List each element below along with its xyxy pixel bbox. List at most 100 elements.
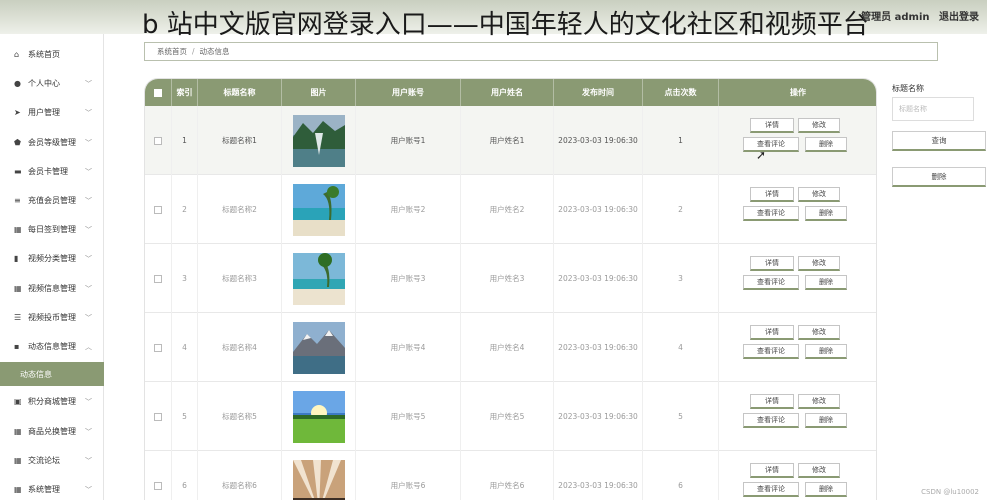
search-input[interactable]: 标题名称 bbox=[892, 97, 974, 121]
cell-account: 用户账号5 bbox=[356, 382, 461, 451]
delete-button[interactable]: 删除 bbox=[805, 275, 847, 290]
cell-name: 用户姓名5 bbox=[461, 382, 554, 451]
thumbnail-cell bbox=[282, 244, 356, 313]
thumbnail-cell bbox=[282, 451, 356, 500]
checkbox-icon bbox=[154, 481, 162, 490]
view-comments-button[interactable]: 查看评论 bbox=[743, 137, 799, 152]
detail-button[interactable]: 详情 bbox=[750, 463, 794, 478]
checkbox-icon bbox=[154, 412, 162, 421]
breadcrumb-home[interactable]: 系统首页 bbox=[157, 46, 187, 57]
view-comments-button[interactable]: 查看评论 bbox=[743, 206, 799, 221]
cell-account: 用户账号6 bbox=[356, 451, 461, 500]
thumbnail-image bbox=[292, 321, 345, 374]
sidebar-subitem-active[interactable]: 动态信息 bbox=[0, 362, 104, 386]
checkbox-icon bbox=[154, 88, 162, 97]
delete-button[interactable]: 删除 bbox=[805, 344, 847, 359]
sidebar-item[interactable]: ⌂ 系统首页 bbox=[0, 40, 104, 69]
detail-button[interactable]: 详情 bbox=[750, 187, 794, 202]
cell-name: 用户姓名6 bbox=[461, 451, 554, 500]
grid-icon: ▦ bbox=[14, 456, 22, 465]
sidebar-item[interactable]: ● 个人中心 ﹀ bbox=[0, 69, 104, 98]
breadcrumb-current: 动态信息 bbox=[199, 47, 230, 56]
view-comments-button[interactable]: 查看评论 bbox=[743, 413, 799, 428]
sidebar-item[interactable]: ▮ 视频分类管理 ﹀ bbox=[0, 244, 104, 273]
table-row: 4 标题名称4 用户账号4 用户姓名4 2023-03-03 19:06:30 4 详情 修改… bbox=[145, 313, 876, 382]
grid-icon: ▦ bbox=[14, 485, 22, 494]
actions-cell: 详情 修改查看评论 删除 bbox=[719, 175, 876, 244]
batch-delete-button[interactable]: 删除 bbox=[892, 167, 986, 187]
detail-button[interactable]: 详情 bbox=[750, 325, 794, 340]
chevron-down-icon: ﹀ bbox=[85, 313, 92, 322]
detail-button[interactable]: 详情 bbox=[750, 394, 794, 409]
sidebar-item[interactable]: ▣ 积分商城管理 ﹀ bbox=[0, 387, 104, 416]
sidebar-item[interactable]: ⬟ 会员等级管理 ﹀ bbox=[0, 128, 104, 157]
grid-icon: ▦ bbox=[14, 225, 22, 234]
checkbox-icon bbox=[154, 343, 162, 352]
cell-index: 1 bbox=[172, 106, 198, 175]
detail-button[interactable]: 详情 bbox=[750, 256, 794, 271]
chevron-down-icon: ﹀ bbox=[85, 397, 92, 406]
cell-title: 标题名称6 bbox=[198, 451, 282, 500]
edit-button[interactable]: 修改 bbox=[798, 325, 840, 340]
watermark: CSDN @lu10002 bbox=[921, 488, 979, 496]
edit-button[interactable]: 修改 bbox=[798, 463, 840, 478]
sidebar-item[interactable]: ▪ 动态信息管理 ︿ bbox=[0, 332, 104, 361]
delete-button[interactable]: 删除 bbox=[805, 206, 847, 221]
sidebar-item-label: 个人中心 bbox=[28, 79, 60, 88]
view-comments-button[interactable]: 查看评论 bbox=[743, 482, 799, 497]
edit-button[interactable]: 修改 bbox=[798, 394, 840, 409]
grid-icon: ▦ bbox=[14, 427, 22, 436]
cell-clicks: 5 bbox=[643, 382, 719, 451]
sidebar-item[interactable]: ▬ 会员卡管理 ﹀ bbox=[0, 157, 104, 186]
thumbnail-image bbox=[292, 459, 345, 500]
delete-button[interactable]: 删除 bbox=[805, 482, 847, 497]
sidebar-item[interactable]: ▦ 视频信息管理 ﹀ bbox=[0, 274, 104, 303]
sidebar-item-label: 积分商城管理 bbox=[28, 397, 76, 406]
delete-button[interactable]: 删除 bbox=[805, 413, 847, 428]
search-button[interactable]: 查询 bbox=[892, 131, 986, 151]
cell-index: 6 bbox=[172, 451, 198, 500]
column-header: 用户账号 bbox=[356, 79, 461, 106]
delete-button[interactable]: 删除 bbox=[805, 137, 847, 152]
row-checkbox[interactable] bbox=[145, 382, 172, 451]
row-checkbox[interactable] bbox=[145, 451, 172, 500]
sidebar-item[interactable]: ▦ 商品兑换管理 ﹀ bbox=[0, 417, 104, 446]
edit-button[interactable]: 修改 bbox=[798, 187, 840, 202]
box-icon: ▣ bbox=[14, 397, 22, 406]
view-comments-button[interactable]: 查看评论 bbox=[743, 344, 799, 359]
cell-index: 4 bbox=[172, 313, 198, 382]
edit-button[interactable]: 修改 bbox=[798, 118, 840, 133]
sidebar-item-label: 商品兑换管理 bbox=[28, 427, 76, 436]
row-checkbox[interactable] bbox=[145, 106, 172, 175]
detail-button[interactable]: 详情 bbox=[750, 118, 794, 133]
sidebar-item-label: 充值会员管理 bbox=[28, 196, 76, 205]
row-checkbox[interactable] bbox=[145, 313, 172, 382]
sidebar-item[interactable]: ▦ 每日签到管理 ﹀ bbox=[0, 215, 104, 244]
chevron-up-icon: ︿ bbox=[85, 342, 92, 351]
thumbnail-image bbox=[292, 114, 345, 167]
cell-time: 2023-03-03 19:06:30 bbox=[554, 106, 643, 175]
sidebar-item[interactable]: ▦ 系统管理 ﹀ bbox=[0, 475, 104, 500]
chevron-down-icon: ﹀ bbox=[85, 254, 92, 263]
chevron-down-icon: ﹀ bbox=[85, 427, 92, 436]
chevron-down-icon: ﹀ bbox=[85, 196, 92, 205]
overlay-title: b 站中文版官网登录入口——中国年轻人的文化社区和视频平台 bbox=[142, 10, 869, 40]
cell-name: 用户姓名3 bbox=[461, 244, 554, 313]
sidebar-item[interactable]: ➤ 用户管理 ﹀ bbox=[0, 98, 104, 127]
view-comments-button[interactable]: 查看评论 bbox=[743, 275, 799, 290]
sidebar-item[interactable]: ▦ 交流论坛 ﹀ bbox=[0, 446, 104, 475]
cell-account: 用户账号1 bbox=[356, 106, 461, 175]
mouse-cursor-icon: ➚ bbox=[756, 148, 767, 162]
select-all-checkbox[interactable] bbox=[145, 79, 172, 106]
column-header: 图片 bbox=[282, 79, 356, 106]
sidebar-item[interactable]: ☰ 视频投币管理 ﹀ bbox=[0, 303, 104, 332]
logout-link[interactable]: 退出登录 bbox=[939, 12, 979, 23]
sidebar-item[interactable]: ≡ 充值会员管理 ﹀ bbox=[0, 186, 104, 215]
chevron-down-icon: ﹀ bbox=[85, 167, 92, 176]
row-checkbox[interactable] bbox=[145, 244, 172, 313]
chevron-down-icon: ﹀ bbox=[85, 485, 92, 494]
row-checkbox[interactable] bbox=[145, 175, 172, 244]
actions-cell: 详情 修改查看评论 删除 bbox=[719, 313, 876, 382]
thumbnail-cell bbox=[282, 313, 356, 382]
edit-button[interactable]: 修改 bbox=[798, 256, 840, 271]
